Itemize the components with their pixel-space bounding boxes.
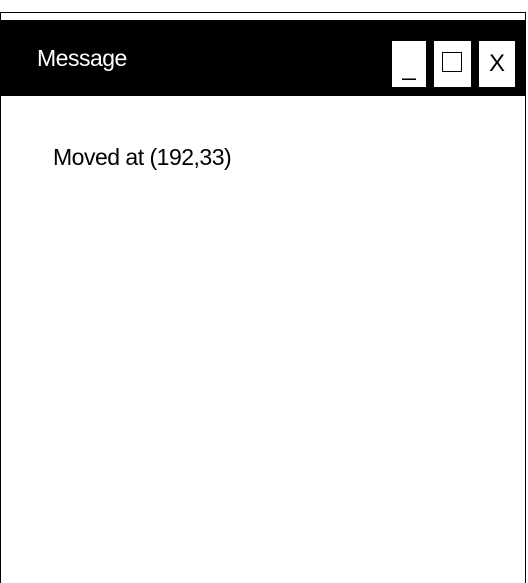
close-button[interactable]: X [479, 41, 515, 87]
window-title: Message [37, 45, 127, 71]
maximize-button[interactable] [434, 41, 471, 87]
minimize-button[interactable]: _ [392, 41, 426, 87]
message-window: Message _ X Moved at (192,33) [0, 12, 526, 583]
message-text: Moved at (192,33) [53, 144, 232, 170]
close-icon: X [488, 50, 505, 77]
maximize-square-icon [442, 52, 462, 72]
minimize-icon: _ [402, 54, 416, 81]
title-bar[interactable]: Message _ X [1, 20, 525, 96]
